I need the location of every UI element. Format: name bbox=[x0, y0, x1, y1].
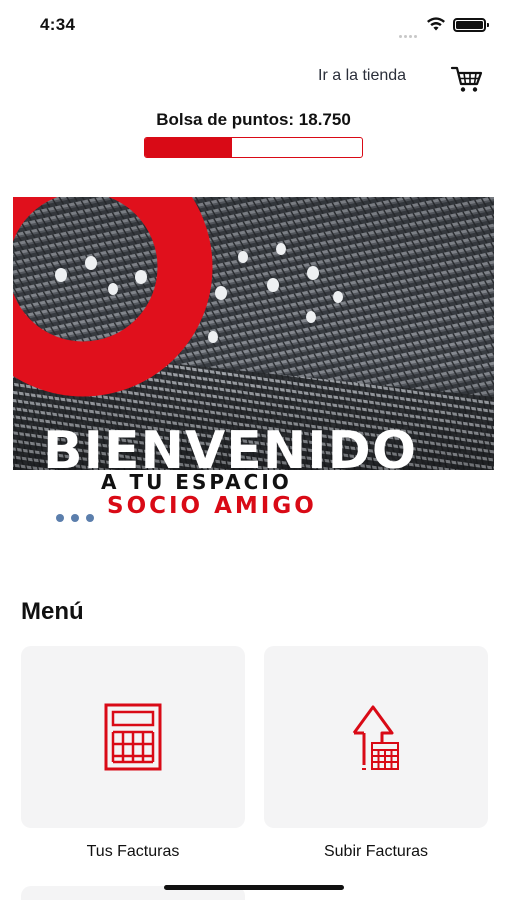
page-dot[interactable] bbox=[86, 514, 94, 522]
menu-label-subir-facturas[interactable]: Subir Facturas bbox=[264, 843, 488, 861]
page-dot[interactable] bbox=[71, 514, 79, 522]
calculator-icon bbox=[104, 703, 162, 771]
upload-invoice-icon bbox=[352, 705, 399, 770]
points-progress-bar bbox=[144, 137, 363, 158]
signal-icon bbox=[399, 25, 419, 43]
status-bar: 4:34 bbox=[0, 0, 507, 52]
page-dot[interactable] bbox=[56, 514, 64, 522]
menu-title: Menú bbox=[21, 598, 84, 625]
menu-card-subir-facturas[interactable] bbox=[264, 646, 488, 828]
home-indicator[interactable] bbox=[164, 885, 344, 890]
menu-label-tus-facturas[interactable]: Tus Facturas bbox=[21, 843, 245, 861]
carousel-page-indicator[interactable] bbox=[56, 509, 101, 527]
shopping-cart-icon[interactable] bbox=[450, 64, 484, 94]
banner-subtitle-line2: SOCIO AMIGO bbox=[107, 493, 317, 519]
points-progress-fill bbox=[145, 138, 232, 157]
welcome-banner[interactable]: BIENVENIDO A TU ESPACIO SOCIO AMIGO bbox=[13, 197, 494, 520]
menu-card-tus-facturas[interactable] bbox=[21, 646, 245, 828]
status-time: 4:34 bbox=[40, 15, 76, 34]
wifi-icon bbox=[427, 17, 445, 31]
banner-subtitle-line1: A TU ESPACIO bbox=[101, 470, 292, 494]
app-screen: 4:34 Ir a la tienda Bolsa de puntos: 18.… bbox=[0, 0, 507, 900]
battery-icon bbox=[453, 18, 489, 32]
go-to-store-link[interactable]: Ir a la tienda bbox=[318, 67, 406, 85]
points-balance-label: Bolsa de puntos: 18.750 bbox=[156, 110, 351, 129]
